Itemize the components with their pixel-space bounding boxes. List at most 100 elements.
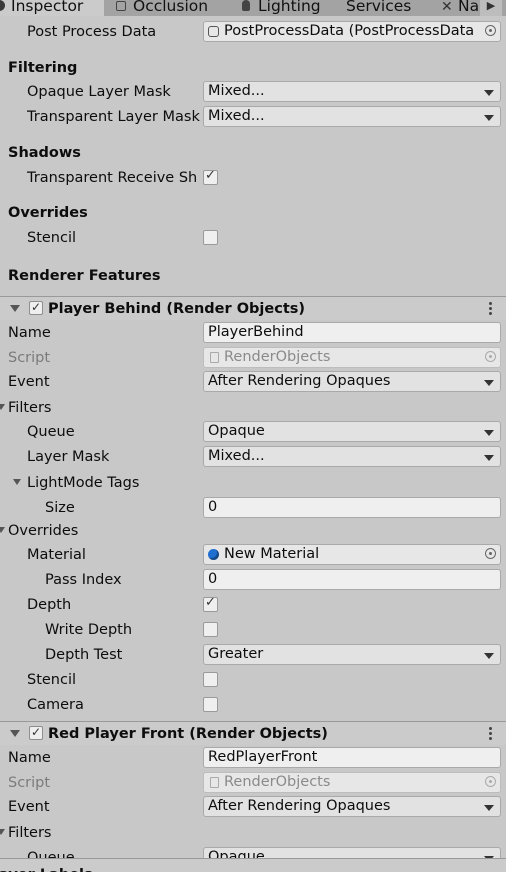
object-picker-icon [485,776,496,787]
f2-event-dropdown[interactable]: After Rendering Opaques [203,796,501,817]
f1-material-row: Material New Material [0,543,506,567]
f2-event-label: Event [8,799,50,815]
f1-lightmode-label: LightMode Tags [27,475,140,491]
f1-filters-row[interactable]: Filters [0,396,506,420]
f1-event-row: Event After Rendering Opaques [0,370,506,394]
f1-depth-row: Depth ✓ [0,593,506,617]
f2-queue-dropdown[interactable]: Opaque [203,847,501,858]
opaque-mask-row: Opaque Layer Mask Mixed... [0,80,506,104]
f2-filters-label: Filters [8,825,52,841]
foldout-expanded-icon[interactable] [10,305,20,312]
filtering-title: Filtering [8,60,78,76]
tab-lighting[interactable]: Lighting [240,0,330,16]
foldout-expanded-icon[interactable] [10,730,20,737]
f1-camera-row: Camera [0,693,506,717]
f1-script-row: Script RenderObjects [0,346,506,370]
foldout-expanded-icon[interactable] [13,479,21,485]
feature-enabled-toggle[interactable]: ✓ [29,300,43,315]
f1-depth-checkbox[interactable]: ✓ [203,595,218,612]
chevron-right-icon: ▶ [486,0,496,12]
f1-material-field[interactable]: New Material [203,544,501,565]
renderer-stencil-checkbox[interactable] [203,230,218,245]
f1-queue-dropdown[interactable]: Opaque [203,421,501,442]
feature-enabled-toggle[interactable]: ✓ [29,725,43,740]
lightbulb-icon [242,0,250,11]
renderer-features-header: Renderer Features [0,264,506,288]
checkmark-icon: ✓ [31,300,42,314]
f1-name-row: Name PlayerBehind [0,321,506,345]
tab-services[interactable]: Services [346,0,426,16]
layer-labels-header[interactable]: ayer Labels [0,858,506,872]
f1-queue-label: Queue [27,424,75,440]
transparent-receive-checkbox[interactable]: ✓ [203,168,218,185]
inspector-content: Post Process Data PostProcessData (PostP… [0,16,506,872]
renderer-stencil-row: Stencil [0,226,506,250]
material-sphere-icon [208,549,219,560]
f1-queue-row: Queue Opaque [0,420,506,444]
f1-write-depth-label: Write Depth [45,622,133,638]
f1-name-input[interactable]: PlayerBehind [203,322,501,343]
f1-camera-label: Camera [27,697,84,713]
overrides-header: Overrides [0,201,506,225]
f1-layer-mask-dropdown[interactable]: Mixed... [203,446,501,467]
feature-red-player-front-header[interactable]: ✓ Red Player Front (Render Objects) [0,721,506,745]
opaque-mask-dropdown[interactable]: Mixed... [203,81,501,102]
tab-occlusion[interactable]: Occlusion [113,0,223,16]
transparent-receive-row: Transparent Receive Sh ✓ [0,166,506,190]
f1-event-dropdown[interactable]: After Rendering Opaques [203,371,501,392]
f1-filters-label: Filters [8,400,52,416]
f1-depth-test-dropdown[interactable]: Greater [203,644,501,665]
f1-lightmode-row[interactable]: LightMode Tags [0,471,506,495]
foldout-expanded-icon[interactable] [0,829,5,835]
f1-overrides-row[interactable]: Overrides [0,519,506,543]
tab-inspector[interactable]: Inspector [0,0,104,16]
dropdown-arrow-icon [484,380,494,386]
f1-size-row: Size 0 [0,496,506,520]
f2-name-input[interactable]: RedPlayerFront [203,747,501,768]
f1-stencil-row: Stencil [0,668,506,692]
kebab-menu-icon[interactable] [489,302,492,315]
transparent-mask-label: Transparent Layer Mask [27,109,200,125]
f1-pass-index-input[interactable]: 0 [203,569,501,590]
f2-filters-row[interactable]: Filters [0,821,506,845]
window-tab-bar: Inspector Occlusion Lighting Services ✕ … [0,0,506,16]
foldout-expanded-icon[interactable] [0,404,5,410]
f2-event-row: Event After Rendering Opaques [0,795,506,819]
object-picker-icon[interactable] [485,548,496,559]
renderer-features-title: Renderer Features [8,268,161,284]
f1-write-depth-row: Write Depth [0,618,506,642]
shadows-title: Shadows [8,145,81,161]
navigation-icon: ✕ [441,0,453,15]
f1-layer-mask-label: Layer Mask [27,449,110,465]
f1-write-depth-checkbox[interactable] [203,622,218,637]
f1-depth-test-label: Depth Test [45,647,123,663]
postprocess-asset-icon [208,26,219,37]
f2-script-field: RenderObjects [203,772,501,793]
object-picker-icon[interactable] [485,25,496,36]
f1-size-label: Size [45,500,75,516]
feature-title: Red Player Front (Render Objects) [48,726,328,742]
f1-size-input[interactable]: 0 [203,497,501,518]
dropdown-arrow-icon [484,430,494,436]
f1-stencil-checkbox[interactable] [203,672,218,687]
kebab-menu-icon[interactable] [489,727,492,740]
post-process-row: Post Process Data PostProcessData (PostP… [0,20,506,44]
foldout-expanded-icon[interactable] [0,527,5,533]
f1-camera-checkbox[interactable] [203,697,218,712]
transparent-receive-label: Transparent Receive Sh [27,170,198,186]
f1-pass-index-row: Pass Index 0 [0,568,506,592]
feature-player-behind-header[interactable]: ✓ Player Behind (Render Objects) [0,296,506,320]
post-process-field[interactable]: PostProcessData (PostProcessData [203,21,501,42]
tab-scroll-right-button[interactable]: ▶ [480,0,502,16]
transparent-mask-dropdown[interactable]: Mixed... [203,106,501,127]
shadows-header: Shadows [0,141,506,165]
dropdown-arrow-icon [484,455,494,461]
tab-navigation[interactable]: ✕ Na [439,0,479,16]
f2-name-label: Name [8,750,51,766]
f2-queue-row: Queue Opaque [0,846,506,858]
dropdown-arrow-icon [484,653,494,659]
overrides-title: Overrides [8,205,88,221]
checkmark-icon: ✓ [205,168,216,183]
occlusion-icon [116,1,126,11]
object-picker-icon [485,351,496,362]
